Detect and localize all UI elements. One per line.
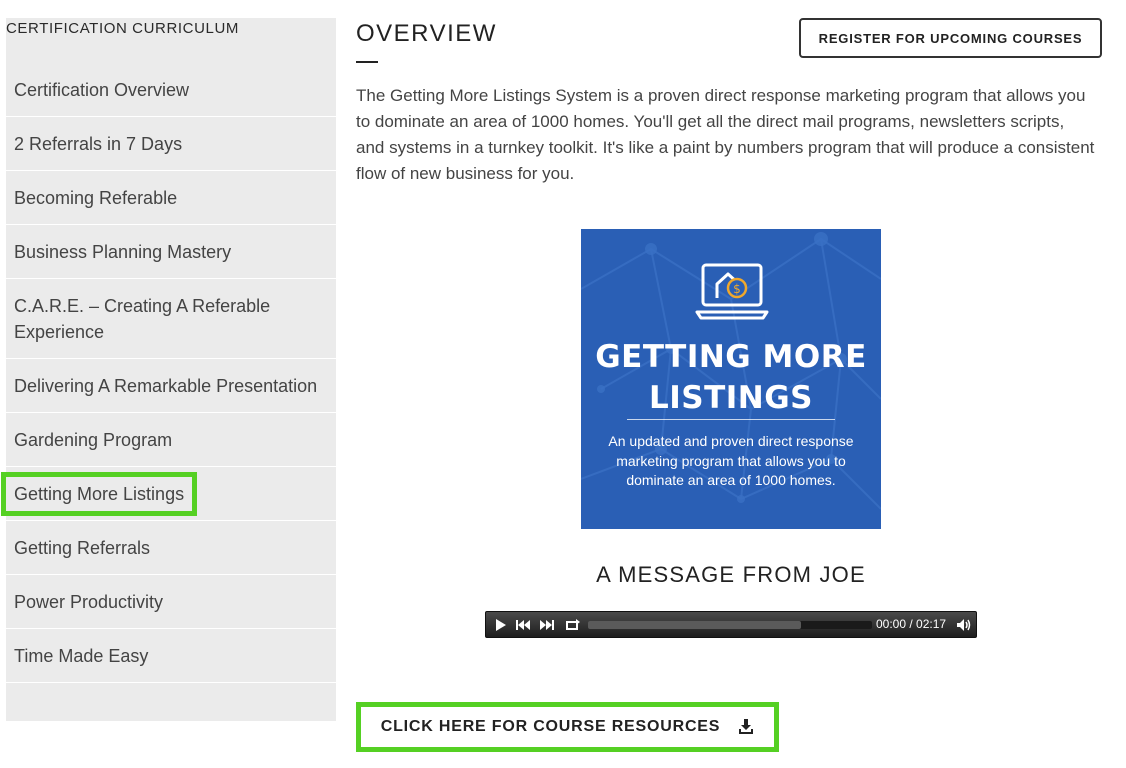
sidebar-item-label: Time Made Easy (14, 646, 149, 666)
sidebar-item-label: Certification Overview (14, 80, 190, 100)
sidebar-item-label: Getting More Listings (0, 472, 198, 516)
page-title: OVERVIEW (356, 20, 497, 47)
promo-divider (627, 419, 835, 420)
laptop-house-dollar-icon: $ (695, 263, 769, 320)
sidebar-title: CERTIFICATION CURRICULUM (6, 20, 240, 37)
sidebar-item-label: 2 Referrals in 7 Days (14, 134, 183, 154)
play-icon[interactable] (494, 618, 508, 632)
course-promo-image: $ GETTING MORE LISTINGS An updated and p… (581, 229, 881, 529)
course-resources-button[interactable]: CLICK HERE FOR COURSE RESOURCES (356, 702, 779, 752)
promo-title: GETTING MORE LISTINGS (581, 337, 881, 419)
message-title: A MESSAGE FROM JOE (596, 562, 866, 587)
sidebar-item-time-made-easy[interactable]: Time Made Easy (6, 629, 336, 683)
audio-time-display: 00:00 / 02:17 (876, 617, 947, 631)
sidebar-list: Certification Overview 2 Referrals in 7 … (0, 63, 336, 683)
audio-player: 00:00 / 02:17 (485, 611, 977, 638)
sidebar-item-power-productivity[interactable]: Power Productivity (6, 575, 336, 629)
sidebar-item-getting-more-listings[interactable]: Getting More Listings (0, 467, 336, 521)
sidebar-item-remarkable-presentation[interactable]: Delivering A Remarkable Presentation (6, 359, 336, 413)
sidebar-item-label: Gardening Program (14, 430, 173, 450)
page: CERTIFICATION CURRICULUM Certification O… (0, 0, 1126, 768)
sidebar-item-business-planning[interactable]: Business Planning Mastery (6, 225, 336, 279)
sidebar-item-getting-referrals[interactable]: Getting Referrals (6, 521, 336, 575)
title-underline (356, 61, 378, 63)
audio-progress-rail[interactable] (588, 621, 872, 629)
volume-icon[interactable] (956, 618, 972, 632)
rewind-icon[interactable] (516, 619, 530, 631)
sidebar-item-gardening[interactable]: Gardening Program (6, 413, 336, 467)
course-description: The Getting More Listings System is a pr… (356, 86, 1095, 183)
svg-text:$: $ (733, 282, 741, 296)
sidebar-item-label: Business Planning Mastery (14, 242, 232, 262)
promo-title-line1: GETTING MORE (595, 339, 867, 375)
sidebar-item-label: Power Productivity (14, 592, 164, 612)
sidebar-item-label: C.A.R.E. – Creating A Referable Experien… (14, 296, 271, 342)
download-icon (738, 719, 754, 735)
sidebar-item-becoming-referable[interactable]: Becoming Referable (6, 171, 336, 225)
register-button[interactable]: REGISTER FOR UPCOMING COURSES (799, 18, 1102, 58)
sidebar-item-care[interactable]: C.A.R.E. – Creating A Referable Experien… (6, 279, 336, 359)
course-resources-label: CLICK HERE FOR COURSE RESOURCES (380, 718, 721, 735)
sidebar-item-label: Getting Referrals (14, 538, 151, 558)
promo-title-line2: LISTINGS (648, 380, 813, 416)
sidebar-item-2-referrals[interactable]: 2 Referrals in 7 Days (6, 117, 336, 171)
sidebar-item-label: Becoming Referable (14, 188, 178, 208)
sidebar-item-label: Delivering A Remarkable Presentation (14, 376, 318, 396)
sidebar-item-certification-overview[interactable]: Certification Overview (6, 63, 336, 117)
main-content: OVERVIEW REGISTER FOR UPCOMING COURSES T… (356, 0, 1116, 768)
fast-forward-icon[interactable] (540, 619, 554, 631)
audio-loaded-bar (588, 621, 801, 629)
promo-subtitle: An updated and proven direct response ma… (608, 433, 854, 488)
sidebar: CERTIFICATION CURRICULUM Certification O… (0, 18, 336, 721)
loop-icon[interactable] (565, 619, 580, 631)
